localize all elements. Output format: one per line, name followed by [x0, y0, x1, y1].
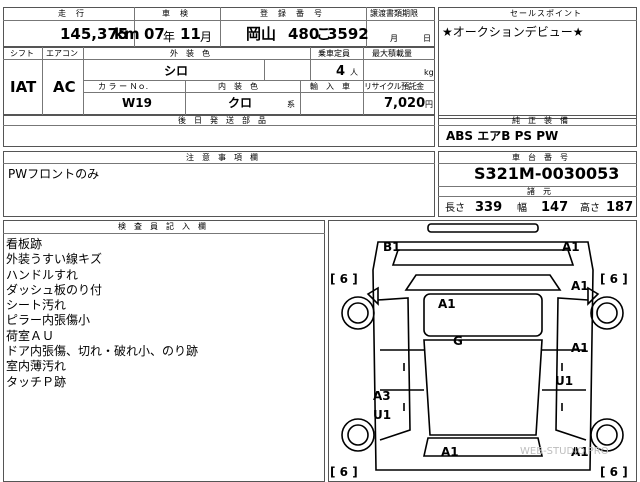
deadline-month-unit: 月: [390, 34, 398, 43]
aircon-label: エアコン: [46, 49, 78, 58]
aircon-value: AC: [53, 78, 76, 96]
divider: [3, 163, 435, 164]
divider: [438, 125, 637, 126]
mark-front-right: A1: [562, 240, 580, 254]
divider: [185, 80, 186, 115]
inspector-note: ハンドルすれ: [6, 267, 79, 282]
color-no-label: カ ラ ー Ｎｏ.: [98, 82, 149, 91]
watermark: WEB-STUDIO.PRO: [520, 446, 609, 457]
inspector-note: ダッシュ板のり付: [6, 282, 103, 297]
capacity-unit: 人: [350, 68, 358, 77]
mileage-label: 走 行: [58, 9, 85, 18]
recycle-value: 7,020: [384, 96, 426, 111]
inspection-month: 11: [180, 25, 201, 43]
inspection-label: 車 検: [162, 9, 189, 18]
notes-text: PWフロントのみ: [8, 167, 100, 181]
capacity-value: 4: [336, 64, 346, 79]
equipment-value: ABS エアB PS PW: [446, 129, 559, 143]
inspection-year: 07: [144, 25, 165, 43]
color-no-value: W19: [122, 96, 152, 110]
interior-color-label: 内 装 色: [218, 82, 258, 91]
recycle-unit: 円: [425, 100, 433, 109]
inspection-year-unit: 年: [163, 30, 176, 44]
divider: [42, 47, 43, 115]
exterior-color-label: 外 装 色: [170, 49, 210, 58]
divider: [300, 80, 301, 115]
mark-front-left: B1: [383, 240, 401, 254]
mark-bonnet: A1: [438, 297, 456, 311]
dims-label: 諸 元: [527, 187, 551, 196]
plate-region: 岡山: [246, 25, 277, 43]
divider: [83, 47, 84, 115]
transfer-deadline-label: 譲渡書類期限: [370, 9, 418, 18]
tire-depth-left-front: [ 6 ]: [330, 272, 358, 286]
inspector-note: 外装うすい線キズ: [6, 252, 103, 267]
inspector-note: タッチＰ跡: [6, 374, 67, 389]
chassis-label: 車 台 番 号: [512, 153, 568, 162]
max-load-unit: kg: [424, 68, 434, 77]
shift-label: シフト: [10, 49, 34, 58]
mark-roof: G: [453, 334, 463, 348]
inspector-note: 看板跡: [6, 237, 43, 251]
mark-rear: A1: [441, 445, 459, 459]
divider: [438, 20, 637, 21]
plate-number: 480: [288, 25, 320, 43]
chassis-number: S321M-0030053: [474, 164, 620, 183]
tire-depth-right-front: [ 6 ]: [600, 272, 628, 286]
exterior-color-value: シロ: [164, 64, 189, 78]
mark-left-rear-door-u: U1: [373, 408, 392, 422]
shift-value: IAT: [10, 78, 37, 96]
height-value: 187: [606, 200, 634, 215]
tire-depth-right-rear: [ 6 ]: [600, 465, 628, 479]
inspector-note: ドア内張傷、切れ・破れ小、のり跡: [6, 344, 199, 359]
sales-point-box: [438, 7, 637, 119]
inspector-label: 検 査 員 記 入 欄: [118, 222, 206, 231]
divider: [3, 233, 325, 234]
divider: [3, 59, 435, 60]
inspection-month-unit: 月: [200, 30, 213, 44]
length-value: 339: [475, 200, 503, 215]
divider: [3, 125, 435, 126]
divider: [220, 7, 221, 47]
mark-right-rear-door: A1: [571, 341, 589, 355]
import-label: 輸 入 車: [310, 82, 350, 91]
tire-depth-left-rear: [ 6 ]: [330, 465, 358, 479]
width-label: 幅: [517, 203, 527, 214]
recycle-label: リサイクル預託金: [364, 82, 424, 91]
divider: [363, 47, 364, 115]
capacity-label: 乗車定員: [318, 49, 350, 58]
divider: [438, 196, 637, 197]
divider: [310, 47, 311, 80]
inspector-notes: 看板跡 外装うすい線キズ ハンドルすれ ダッシュ板のり付 シート汚れ ピラー内張…: [6, 237, 198, 390]
inspector-note: ピラー内張傷小: [6, 313, 91, 328]
max-load-label: 最大積載量: [372, 49, 412, 58]
inspector-note: 室内薄汚れ: [6, 359, 67, 374]
interior-color-value: クロ: [228, 96, 253, 110]
divider: [3, 20, 435, 21]
mark-right-front-fender: A1: [571, 279, 589, 293]
inspector-note: 荷室ＡＵ: [6, 328, 55, 343]
mileage-unit: km: [114, 25, 140, 43]
width-value: 147: [541, 200, 569, 215]
equipment-label: 純 正 装 備: [512, 116, 568, 125]
car-diagram: [341, 223, 624, 471]
registration-label: 登 録 番 号: [260, 9, 323, 18]
mark-right-rear-quarter: U1: [555, 374, 574, 388]
plate-serial: 3592: [327, 25, 369, 43]
post-docs-label: 後 日 発 送 部 品: [178, 116, 266, 125]
deadline-day-unit: 日: [423, 34, 431, 43]
sales-point-text: ★オークションデビュー★: [442, 25, 584, 39]
height-label: 高さ: [580, 203, 600, 214]
divider: [264, 59, 265, 80]
interior-color-unit: 系: [287, 100, 295, 109]
divider: [83, 80, 435, 81]
divider: [83, 92, 435, 93]
sales-point-label: セールスポイント: [510, 9, 582, 18]
inspector-note: シート汚れ: [6, 298, 67, 313]
length-label: 長さ: [445, 203, 465, 214]
notes-label: 注 意 事 項 欄: [186, 153, 258, 162]
mark-left-rear-door-a: A3: [373, 389, 391, 403]
